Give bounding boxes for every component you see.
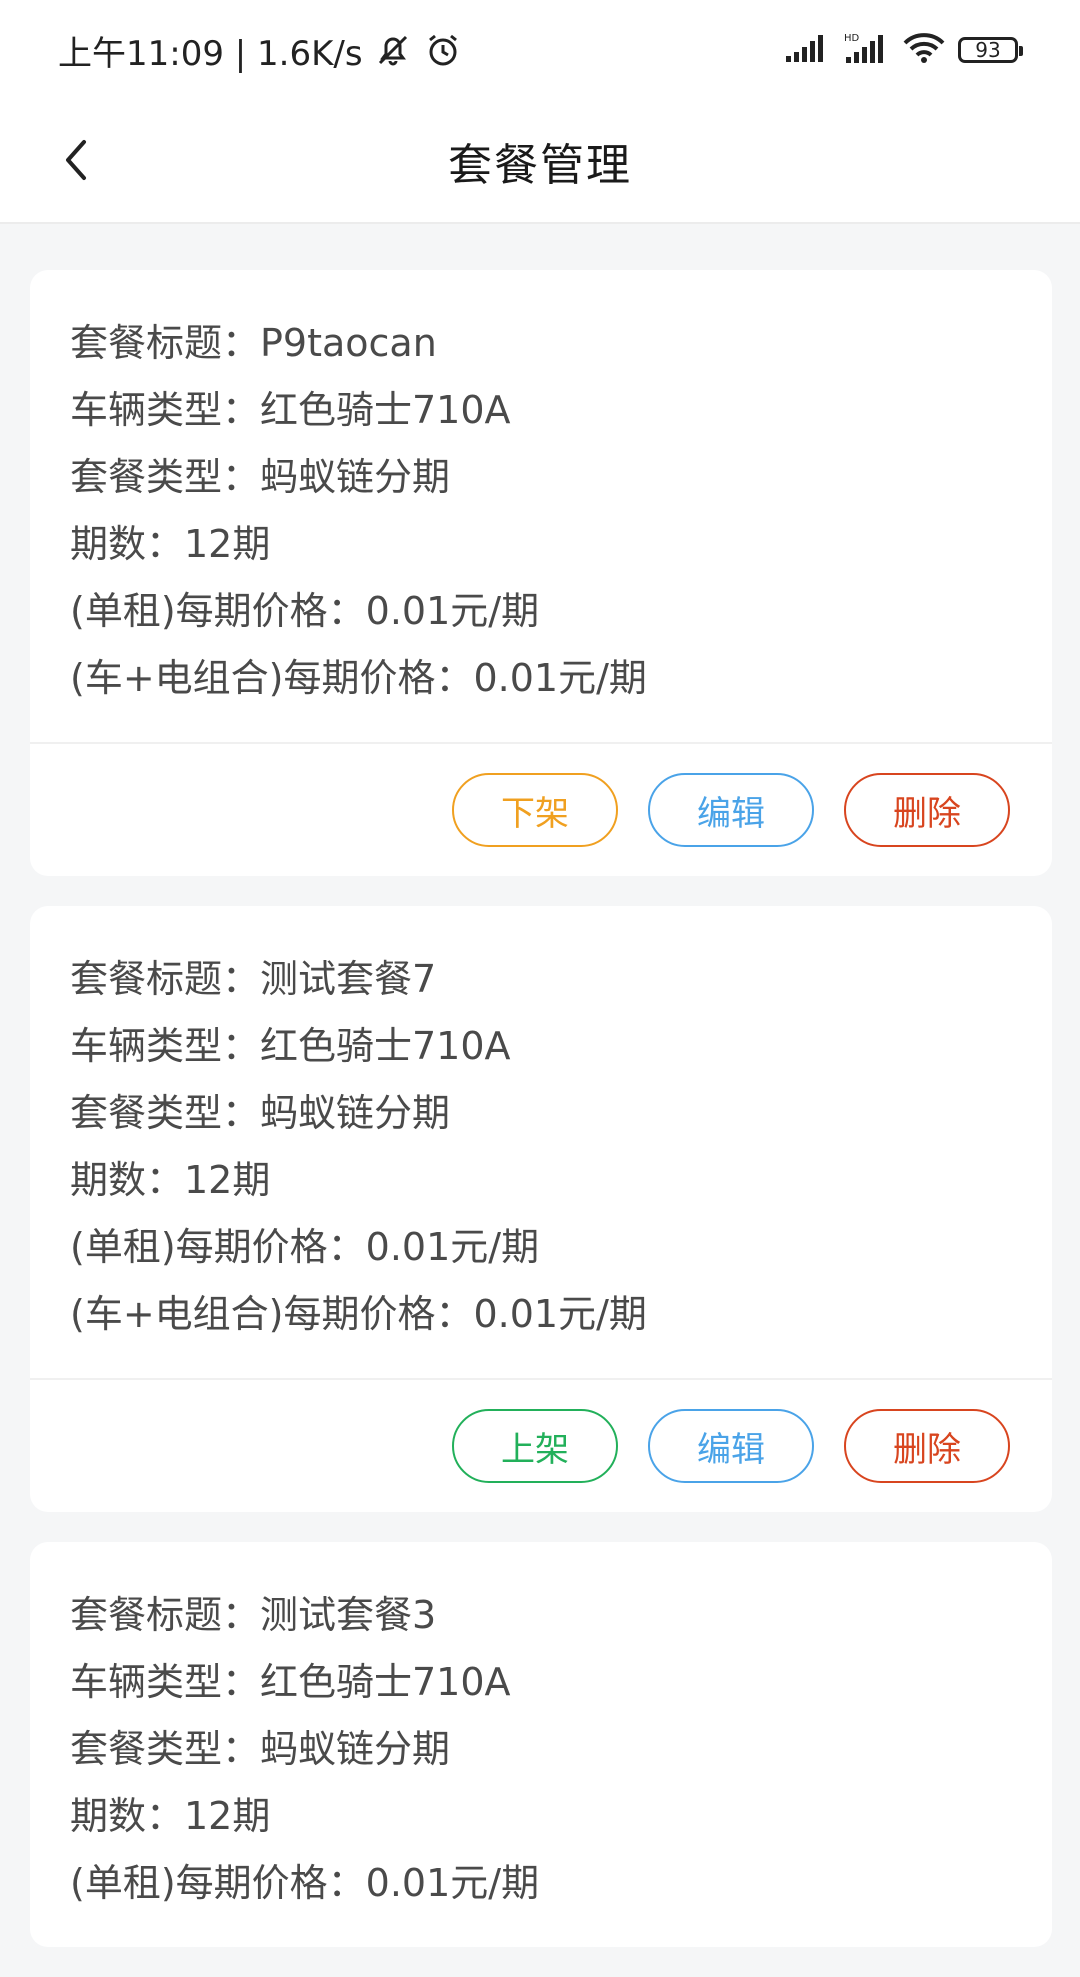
package-list: 套餐标题：P9taocan 车辆类型：红色骑士710A 套餐类型：蚂蚁链分期 期… [30, 270, 1052, 1977]
status-bar: 上午11:09 | 1.6K/s HD 93 [0, 0, 1080, 100]
package-type-row: 套餐类型：蚂蚁链分期 [70, 455, 451, 499]
delete-button[interactable]: 删除 [844, 1409, 1010, 1483]
svg-text:HD: HD [844, 33, 860, 44]
wifi-icon [902, 31, 946, 69]
package-card-body: 套餐标题：测试套餐3 车辆类型：红色骑士710A 套餐类型：蚂蚁链分期 期数：1… [30, 1542, 1052, 1947]
status-time-speed: 上午11:09 | 1.6K/s [58, 33, 363, 74]
take-offline-button[interactable]: 下架 [452, 773, 618, 847]
put-online-button[interactable]: 上架 [452, 1409, 618, 1483]
package-card-body: 套餐标题：测试套餐7 车辆类型：红色骑士710A 套餐类型：蚂蚁链分期 期数：1… [30, 906, 1052, 1378]
status-right: HD 93 [784, 30, 1023, 70]
package-title-row: 套餐标题：测试套餐7 [70, 957, 437, 1001]
status-left: 上午11:09 | 1.6K/s [58, 26, 463, 74]
package-card-body: 套餐标题：P9taocan 车辆类型：红色骑士710A 套餐类型：蚂蚁链分期 期… [30, 270, 1052, 742]
vehicle-type-row: 车辆类型：红色骑士710A [70, 388, 511, 432]
periods-row: 期数：12期 [70, 1158, 271, 1202]
signal-icon [784, 32, 830, 68]
vehicle-type-row: 车辆类型：红色骑士710A [70, 1660, 511, 1704]
nav-bar: 套餐管理 [0, 100, 1080, 224]
single-rent-price-row: (单租)每期价格：0.01元/期 [70, 589, 540, 633]
package-type-row: 套餐类型：蚂蚁链分期 [70, 1727, 451, 1771]
package-card: 套餐标题：测试套餐3 车辆类型：红色骑士710A 套餐类型：蚂蚁链分期 期数：1… [30, 1542, 1052, 1947]
combo-price-row: (车+电组合)每期价格：0.01元/期 [70, 656, 647, 700]
combo-price-row: (车+电组合)每期价格：0.01元/期 [70, 1292, 647, 1336]
single-rent-price-row: (单租)每期价格：0.01元/期 [70, 1861, 540, 1905]
package-type-row: 套餐类型：蚂蚁链分期 [70, 1091, 451, 1135]
edit-button[interactable]: 编辑 [648, 1409, 814, 1483]
package-card-actions: 下架 编辑 删除 [30, 742, 1052, 876]
periods-row: 期数：12期 [70, 522, 271, 566]
package-title-row: 套餐标题：测试套餐3 [70, 1593, 437, 1637]
package-card: 套餐标题：测试套餐7 车辆类型：红色骑士710A 套餐类型：蚂蚁链分期 期数：1… [30, 906, 1052, 1512]
battery-icon: 93 [958, 37, 1023, 63]
package-card: 套餐标题：P9taocan 车辆类型：红色骑士710A 套餐类型：蚂蚁链分期 期… [30, 270, 1052, 876]
mute-bell-icon [373, 30, 413, 70]
battery-level: 93 [975, 38, 1001, 62]
alarm-icon [423, 30, 463, 70]
vehicle-type-row: 车辆类型：红色骑士710A [70, 1024, 511, 1068]
hd-signal-icon: HD [842, 31, 890, 69]
edit-button[interactable]: 编辑 [648, 773, 814, 847]
periods-row: 期数：12期 [70, 1794, 271, 1838]
package-card-actions: 上架 编辑 删除 [30, 1378, 1052, 1512]
package-title-row: 套餐标题：P9taocan [70, 321, 437, 365]
page-title: 套餐管理 [448, 140, 632, 191]
delete-button[interactable]: 删除 [844, 773, 1010, 847]
single-rent-price-row: (单租)每期价格：0.01元/期 [70, 1225, 540, 1269]
